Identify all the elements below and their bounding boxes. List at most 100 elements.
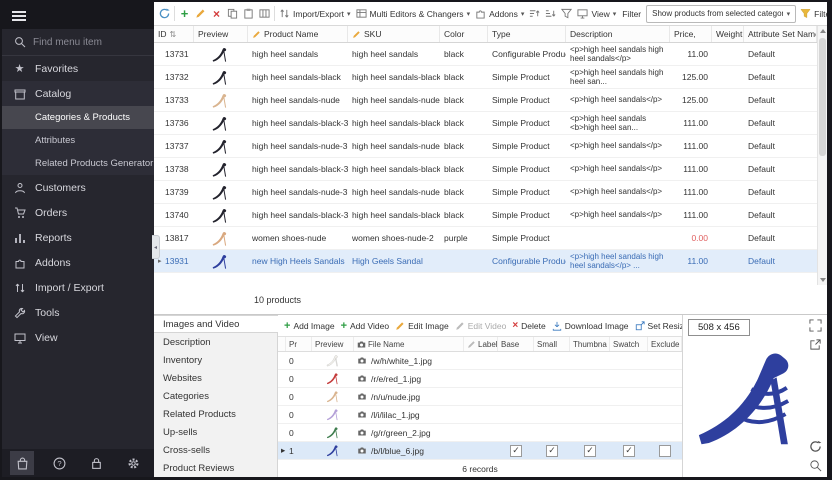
edit-image-button[interactable]: Edit Image: [394, 321, 450, 331]
column-label[interactable]: Label: [464, 337, 498, 351]
addons-menu[interactable]: Addons ▾: [474, 8, 525, 19]
grid-scrollbar[interactable]: [817, 26, 827, 285]
view-menu[interactable]: View ▾: [576, 8, 617, 19]
sidebar-item-favorites[interactable]: ★ Favorites: [2, 56, 154, 81]
delete-image-button[interactable]: × Delete: [511, 320, 546, 331]
small-checkbox[interactable]: ✓: [546, 445, 558, 457]
sidebar-item-import-export[interactable]: Import / Export: [2, 275, 154, 300]
exclude-checkbox[interactable]: [659, 445, 671, 457]
search-input[interactable]: Find menu item: [2, 29, 154, 56]
tab-related-products[interactable]: Related Products: [154, 405, 277, 423]
open-external-icon[interactable]: [809, 338, 823, 352]
sidebar-item-reports[interactable]: Reports: [2, 225, 154, 250]
edit-product-button[interactable]: [194, 7, 207, 21]
collapse-sidebar-handle[interactable]: ◂: [152, 235, 160, 259]
column-exclude[interactable]: Exclude: [648, 337, 682, 351]
import-export-menu[interactable]: Import/Export ▾: [278, 8, 352, 19]
column-weight[interactable]: Weight: [712, 26, 744, 42]
tab-cross-sells[interactable]: Cross-sells: [154, 441, 277, 459]
gear-icon[interactable]: [122, 451, 146, 475]
product-row[interactable]: 13733high heel sandals-nudehigh heel san…: [154, 89, 817, 112]
clear-filter-button[interactable]: [560, 7, 573, 21]
column-type[interactable]: Type: [488, 26, 566, 42]
tab-description[interactable]: Description: [154, 333, 277, 351]
sidebar-item-view[interactable]: View: [2, 325, 154, 350]
product-row[interactable]: 13737high heel sandals-nude-36high heel …: [154, 135, 817, 158]
image-row[interactable]: ▸1/b/l/blue_6.jpg✓✓✓✓: [278, 442, 682, 460]
column-price[interactable]: Price,: [670, 26, 712, 42]
image-row[interactable]: 0/r/e/red_1.jpg: [278, 370, 682, 388]
column-description[interactable]: Description: [566, 26, 670, 42]
column-base[interactable]: Base: [498, 337, 534, 351]
image-row[interactable]: 0/l/i/lilac_1.jpg: [278, 406, 682, 424]
product-row[interactable]: 13740high heel sandals-black-38high heel…: [154, 204, 817, 227]
store-icon[interactable]: [10, 451, 34, 475]
tab-inventory[interactable]: Inventory: [154, 351, 277, 369]
lock-icon[interactable]: [85, 451, 109, 475]
swatch-checkbox[interactable]: ✓: [623, 445, 635, 457]
image-row[interactable]: 0/n/u/nude.jpg: [278, 388, 682, 406]
base-checkbox[interactable]: ✓: [510, 445, 522, 457]
product-row[interactable]: ▸13931new High Heels SandalsHigh Geels S…: [154, 250, 817, 273]
fullscreen-icon[interactable]: [809, 319, 823, 333]
product-row[interactable]: 13732high heel sandals-blackhigh heel sa…: [154, 66, 817, 89]
download-image-button[interactable]: Download Image: [551, 321, 630, 331]
scrollbar-thumb[interactable]: [819, 38, 826, 156]
product-row[interactable]: 13731high heel sandalshigh heel sandalsb…: [154, 43, 817, 66]
product-row[interactable]: 13738high heel sandals-black-37high heel…: [154, 158, 817, 181]
sidebar-item-addons[interactable]: Addons: [2, 250, 154, 275]
tab-images-and-video[interactable]: Images and Video: [154, 315, 278, 333]
sidebar-item-attributes[interactable]: Attributes: [2, 129, 154, 152]
filters-menu[interactable]: Filters ▾: [799, 8, 827, 19]
tab-up-sells[interactable]: Up-sells: [154, 423, 277, 441]
columns-button[interactable]: [258, 7, 271, 21]
tab-product-reviews[interactable]: Product Reviews: [154, 459, 277, 477]
sidebar-item-customers[interactable]: Customers: [2, 175, 154, 200]
product-row[interactable]: 13817women shoes-nudewomen shoes-nude-2p…: [154, 227, 817, 250]
sidebar-item-tools[interactable]: Tools: [2, 300, 154, 325]
rotate-icon[interactable]: [809, 440, 823, 454]
add-product-button[interactable]: +: [178, 7, 191, 21]
sort-desc-button[interactable]: [544, 7, 557, 21]
multi-editors-menu[interactable]: Multi Editors & Changers ▾: [355, 8, 472, 19]
sidebar-item-orders[interactable]: Orders: [2, 200, 154, 225]
sidebar-item-related-products-generator[interactable]: Related Products Generator: [2, 152, 154, 175]
product-type-cell: Simple Product: [488, 112, 566, 134]
scroll-up-icon[interactable]: [818, 26, 827, 36]
column-small[interactable]: Small: [534, 337, 570, 351]
thumbnail-checkbox[interactable]: ✓: [584, 445, 596, 457]
column-product-name[interactable]: Product Name: [248, 26, 348, 42]
product-row[interactable]: 13736high heel sandals-black-36high heel…: [154, 112, 817, 135]
column-id[interactable]: ID ⇅: [154, 26, 194, 42]
menu-icon[interactable]: [12, 11, 26, 21]
column-priority[interactable]: Pr: [286, 337, 312, 351]
column-attribute-set[interactable]: Attribute Set Name: [744, 26, 817, 42]
sidebar-item-categories-products[interactable]: Categories & Products: [2, 106, 154, 129]
zoom-icon[interactable]: [809, 459, 823, 473]
column-thumbnail[interactable]: Thumbna: [570, 337, 610, 351]
sort-asc-button[interactable]: [528, 7, 541, 21]
image-row[interactable]: 0/w/h/white_1.jpg: [278, 352, 682, 370]
column-sku[interactable]: SKU: [348, 26, 440, 42]
help-icon[interactable]: ?: [47, 451, 71, 475]
delete-product-button[interactable]: ×: [210, 7, 223, 21]
edit-video-button[interactable]: Edit Video: [454, 321, 508, 331]
paste-button[interactable]: [242, 7, 255, 21]
sidebar-item-catalog[interactable]: Catalog: [2, 81, 154, 106]
refresh-button[interactable]: [158, 7, 171, 21]
column-preview[interactable]: Preview: [194, 26, 248, 42]
product-row[interactable]: 13739high heel sandals-nude-37high heel …: [154, 181, 817, 204]
add-video-button[interactable]: + Add Video: [340, 320, 391, 332]
tab-websites[interactable]: Websites: [154, 369, 277, 387]
column-color[interactable]: Color: [440, 26, 488, 42]
column-swatch[interactable]: Swatch: [610, 337, 648, 351]
image-row[interactable]: 0/g/r/green_2.jpg: [278, 424, 682, 442]
copy-button[interactable]: [226, 7, 239, 21]
column-file-name[interactable]: File Name: [354, 337, 464, 351]
tab-categories[interactable]: Categories: [154, 387, 277, 405]
column-image-preview[interactable]: Preview: [312, 337, 354, 351]
scroll-down-icon[interactable]: [818, 275, 827, 285]
set-resize-rule-button[interactable]: Set Resize Rule ▾: [634, 321, 682, 331]
filter-select[interactable]: Show products from selected categories ▾: [646, 5, 796, 23]
add-image-button[interactable]: + Add Image: [283, 320, 336, 332]
